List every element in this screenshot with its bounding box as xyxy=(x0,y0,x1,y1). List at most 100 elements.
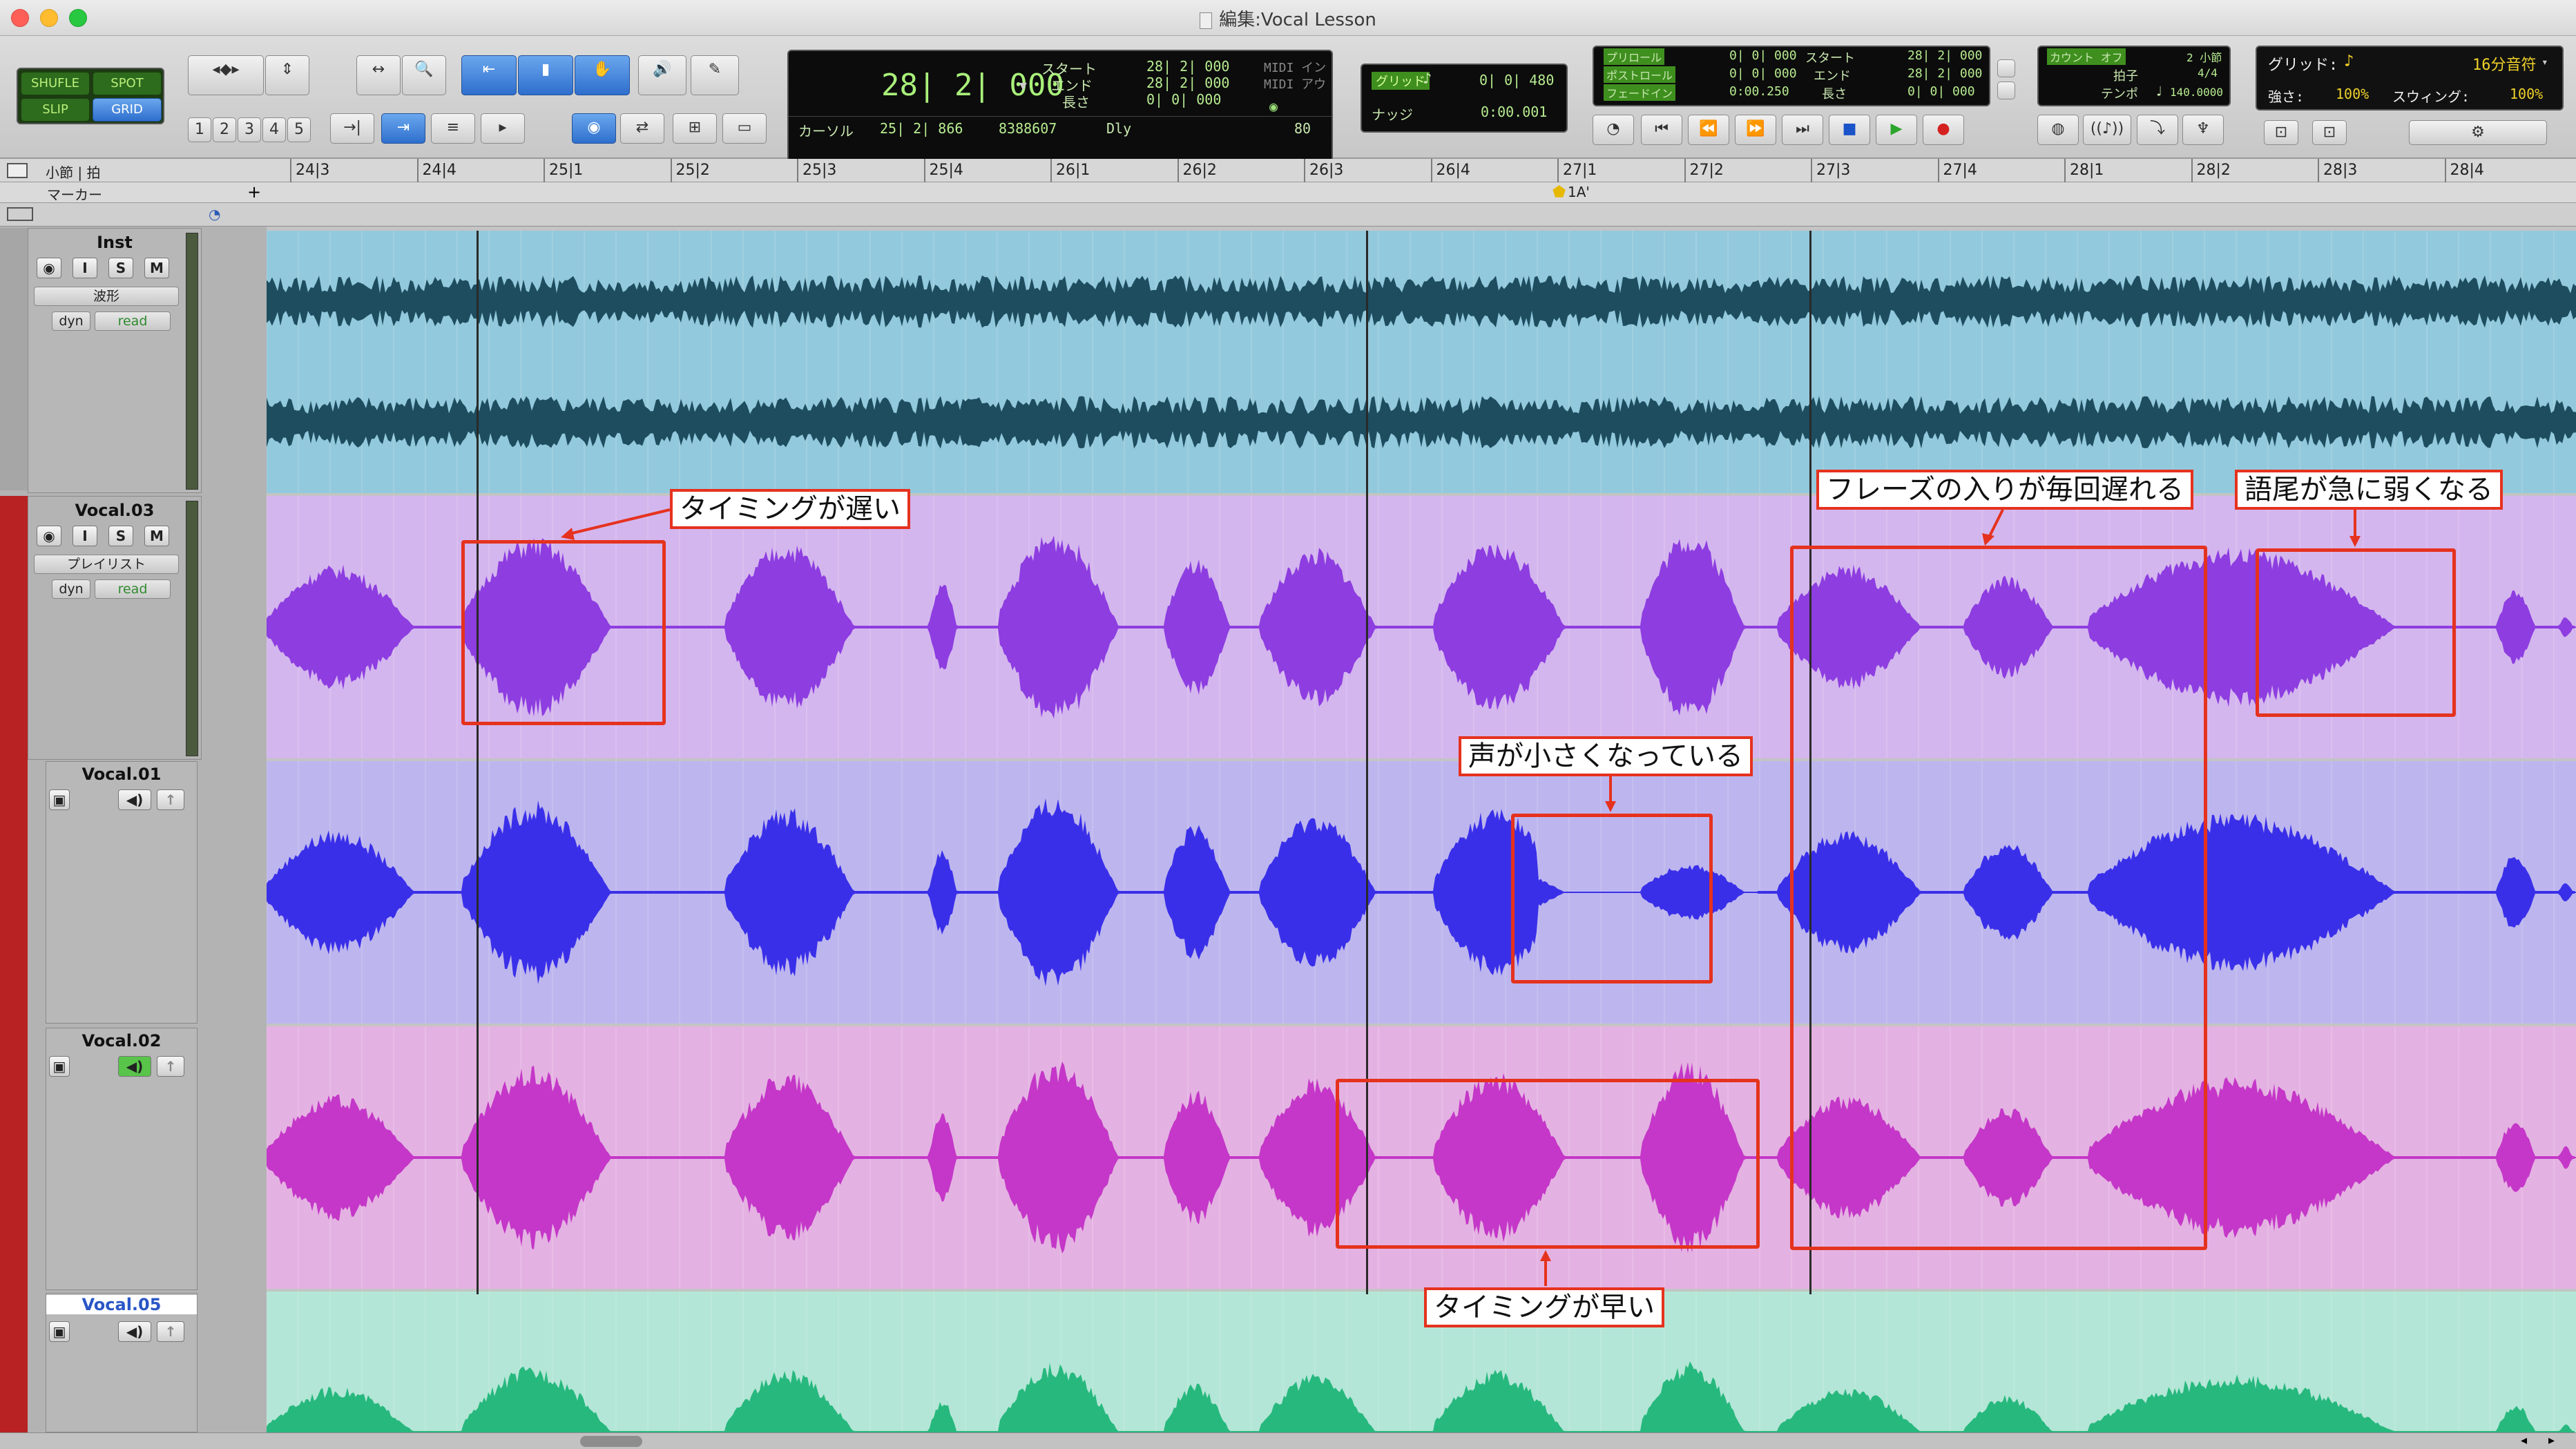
metronome-icon[interactable]: ◉ xyxy=(1269,98,1278,115)
midi-merge-button[interactable]: ⤵ xyxy=(2137,115,2178,145)
postroll-label[interactable]: ポストロール xyxy=(1604,66,1676,83)
transport-option-2[interactable] xyxy=(1997,81,2015,99)
pencil-tool-button[interactable]: ✎ xyxy=(691,55,739,95)
fadein-label[interactable]: フェードイン xyxy=(1604,84,1676,101)
grabber-tool-button[interactable]: ✋ xyxy=(575,55,630,95)
playlist-button[interactable]: ▣ xyxy=(49,789,70,810)
copy-to-main-button[interactable]: ↑ xyxy=(157,789,184,810)
ruler-menu-icon[interactable] xyxy=(7,163,28,178)
track-view-selector[interactable]: 波形 xyxy=(34,287,179,306)
playlist-button[interactable]: ▣ xyxy=(49,1056,70,1077)
meter-value[interactable]: 4/4 xyxy=(2198,66,2218,79)
midi-in-label[interactable]: MIDI イン xyxy=(1264,58,1326,76)
record-arm-button[interactable]: ◉ xyxy=(37,258,61,278)
go-to-end-button[interactable]: ⏭ xyxy=(1782,115,1823,145)
dly-label[interactable]: Dly xyxy=(1106,120,1131,137)
grid-mode-button[interactable]: GRID xyxy=(93,98,162,122)
start-value[interactable]: 28| 2| 000 xyxy=(1146,58,1229,75)
clip-background[interactable] xyxy=(267,231,2576,493)
copy-to-main-button[interactable]: ↑ xyxy=(157,1321,184,1342)
playlist-button[interactable]: ▣ xyxy=(49,1321,70,1342)
track-view-selector[interactable]: プレイリスト xyxy=(34,555,179,574)
window-config-button[interactable]: ▭ xyxy=(722,113,767,144)
zoomer-tool-button[interactable]: ↔ xyxy=(356,55,401,95)
audition-button[interactable]: ◀) xyxy=(118,1321,151,1342)
shuffle-mode-button[interactable]: SHUFLE xyxy=(21,72,90,95)
grid-label[interactable]: グリッド xyxy=(1372,72,1430,90)
track-header-vocal-02[interactable]: Vocal.02 ▣ ◀) ↑ xyxy=(46,1028,198,1290)
selector-tool-button[interactable]: ▮ xyxy=(518,55,573,95)
lane-inst[interactable] xyxy=(267,231,2576,493)
track-header-inst[interactable]: Inst ◉ I S M 波形 dyn read xyxy=(28,228,202,493)
metronome-button[interactable]: ((♪)) xyxy=(2083,115,2131,145)
length-value[interactable]: 0| 0| 000 xyxy=(1146,91,1221,108)
solo-button[interactable]: S xyxy=(108,526,133,546)
quantize-fit-button[interactable]: ⊡ xyxy=(2312,120,2347,145)
return-to-zero-button[interactable]: ⏮ xyxy=(1641,115,1682,145)
fast-forward-button[interactable]: ⏩ xyxy=(1735,115,1776,145)
copy-to-main-button[interactable]: ↑ xyxy=(157,1056,184,1077)
automation-mode[interactable]: read xyxy=(95,579,171,599)
grid-value[interactable]: 0| 0| 480 xyxy=(1479,72,1554,88)
swing-value[interactable]: 100% xyxy=(2510,86,2543,102)
audition-button[interactable]: ◀) xyxy=(118,789,151,810)
nudge-value[interactable]: 0:00.001 xyxy=(1481,104,1547,120)
midi-out-label[interactable]: MIDI アウ xyxy=(1264,75,1326,93)
midi-value[interactable]: 80 xyxy=(1294,120,1311,137)
postroll-value[interactable]: 0| 0| 000 xyxy=(1729,66,1797,81)
fadein-value[interactable]: 0:00.250 xyxy=(1729,84,1789,99)
spot-mode-button[interactable]: SPOT xyxy=(93,72,162,95)
rewind-button[interactable]: ⏪ xyxy=(1688,115,1729,145)
mirror-midi-button[interactable]: ⇄ xyxy=(620,113,664,144)
transport-option-1[interactable] xyxy=(1997,59,2015,77)
tc-length-value[interactable]: 0| 0| 000 xyxy=(1907,84,1975,99)
quantize-grid-value[interactable]: 16分音符 xyxy=(2472,52,2537,75)
mute-button[interactable]: M xyxy=(144,526,169,546)
lane-vocal-05[interactable] xyxy=(267,1292,2576,1432)
automation-mode[interactable]: read xyxy=(95,311,171,331)
timebase-icon[interactable]: ◔ xyxy=(209,206,220,222)
input-monitor-button[interactable]: I xyxy=(73,526,97,546)
track-header-vocal-01[interactable]: Vocal.01 ▣ ◀) ↑ xyxy=(46,761,198,1024)
dyn-button[interactable]: dyn xyxy=(52,311,90,331)
zoom-preset-5[interactable]: 5 xyxy=(287,117,311,142)
online-button[interactable]: ◔ xyxy=(1593,115,1634,145)
quantize-zoom-button[interactable]: ⊡ xyxy=(2264,120,2298,145)
keyboard-focus-button[interactable]: ◉ xyxy=(572,113,616,144)
settings-button[interactable]: ⚙ xyxy=(2409,120,2547,145)
track-header-vocal-05[interactable]: Vocal.05 ▣ ◀) ↑ xyxy=(46,1293,198,1432)
insertion-follows-button[interactable]: ▸ xyxy=(481,113,525,144)
solo-button[interactable]: S xyxy=(108,258,133,278)
conductor-button[interactable]: ♆ xyxy=(2182,115,2224,145)
slip-mode-button[interactable]: SLIP xyxy=(21,98,90,122)
preroll-label[interactable]: プリロール xyxy=(1604,48,1665,65)
stop-button[interactable]: ■ xyxy=(1829,115,1870,145)
zoom-preset-1[interactable]: 1 xyxy=(188,117,211,142)
track-view-menu-icon[interactable] xyxy=(7,207,33,221)
scroll-thumb[interactable] xyxy=(580,1436,642,1447)
tc-end-value[interactable]: 28| 2| 000 xyxy=(1907,66,1982,81)
commands-focus-button[interactable]: ⊞ xyxy=(673,113,717,144)
end-value[interactable]: 28| 2| 000 xyxy=(1146,75,1229,91)
link-track-button[interactable]: ≡ xyxy=(431,113,475,144)
nudge-label[interactable]: ナッジ xyxy=(1372,104,1413,124)
zoom-out-horizontal-button[interactable]: ◂◆▸ xyxy=(188,55,264,95)
link-timeline-button[interactable]: ⇥ xyxy=(381,113,425,144)
strength-value[interactable]: 100% xyxy=(2336,86,2369,102)
play-button[interactable]: ▶ xyxy=(1876,115,1917,145)
marker-flag-icon[interactable]: ⬟ xyxy=(1553,184,1566,201)
audition-button[interactable]: ◀) xyxy=(118,1056,151,1077)
scroll-left-arrow[interactable]: ◂ xyxy=(2521,1433,2527,1448)
add-marker-button[interactable]: + xyxy=(247,182,261,202)
preroll-value[interactable]: 0| 0| 000 xyxy=(1729,48,1797,63)
countoff-bars[interactable]: 2 小節 xyxy=(2186,48,2222,65)
tab-to-transient-button[interactable]: →| xyxy=(330,113,374,144)
mute-button[interactable]: M xyxy=(144,258,169,278)
track-name[interactable]: Vocal.05 xyxy=(46,1295,197,1314)
zoom-preset-2[interactable]: 2 xyxy=(213,117,236,142)
track-name[interactable]: Vocal.02 xyxy=(46,1031,197,1050)
main-counter-value[interactable]: 28| 2| 000 xyxy=(881,68,1064,103)
tempo-value[interactable]: 140.0000 xyxy=(2170,86,2223,99)
track-name[interactable]: Inst xyxy=(28,233,201,252)
countoff-label[interactable]: カウント オフ xyxy=(2047,48,2126,65)
